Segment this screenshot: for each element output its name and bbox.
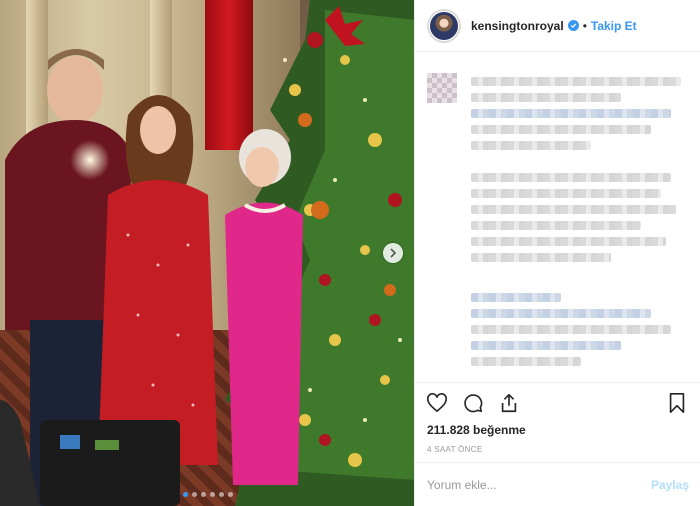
comment-form: Paylaş — [415, 462, 700, 506]
carousel-dot — [210, 492, 215, 497]
post-actions: 211.828 beğenme 4 SAAT ÖNCE — [415, 382, 700, 454]
commenter-avatar — [427, 73, 457, 103]
header-separator: • — [582, 18, 587, 33]
post-comment-button[interactable]: Paylaş — [651, 478, 689, 492]
light-glow — [70, 140, 110, 180]
heart-icon — [427, 393, 447, 413]
post-side-panel: kensingtonroyal • Takip Et 211.828 beğen… — [414, 0, 700, 506]
share-icon — [501, 393, 517, 413]
blurred-text — [471, 77, 681, 86]
share-button[interactable] — [497, 391, 521, 415]
carousel-dot — [201, 492, 206, 497]
blurred-text — [471, 109, 671, 118]
post-timestamp[interactable]: 4 SAAT ÖNCE — [427, 445, 691, 454]
bookmark-icon — [669, 393, 685, 413]
avatar[interactable] — [427, 8, 461, 43]
blurred-text — [471, 173, 671, 182]
blurred-text — [471, 237, 666, 246]
carousel-dot — [228, 492, 233, 497]
comments-section — [415, 53, 700, 381]
blurred-text — [471, 293, 561, 302]
woman-in-pink-dress — [225, 129, 303, 485]
blurred-text — [471, 309, 651, 318]
blurred-text — [471, 325, 671, 334]
carousel-dot — [219, 492, 224, 497]
blurred-text — [471, 253, 611, 262]
chevron-right-icon — [390, 248, 397, 258]
blurred-text — [471, 125, 651, 134]
blurred-text — [471, 221, 641, 230]
likes-count[interactable]: 211.828 beğenme — [427, 423, 691, 437]
blurred-text — [471, 141, 591, 150]
carousel-dots — [183, 492, 233, 497]
camera-equipment — [0, 400, 180, 506]
username-link[interactable]: kensingtonroyal — [471, 19, 564, 33]
avatar-image — [429, 10, 459, 41]
comment-icon — [464, 394, 483, 413]
blurred-text — [471, 205, 676, 214]
verified-badge-icon — [567, 20, 579, 31]
carousel-dot — [192, 492, 197, 497]
post-header: kensingtonroyal • Takip Et — [415, 0, 700, 52]
comment-button[interactable] — [461, 391, 485, 415]
comment-input[interactable] — [427, 477, 651, 492]
carousel-next-button[interactable] — [383, 243, 403, 263]
save-button[interactable] — [665, 391, 689, 415]
carousel-dot — [183, 492, 188, 497]
post-photo[interactable] — [0, 0, 414, 506]
blurred-text — [471, 341, 621, 350]
like-button[interactable] — [425, 391, 449, 415]
blurred-text — [471, 189, 661, 198]
follow-button[interactable]: Takip Et — [591, 19, 637, 33]
action-icon-row — [425, 383, 691, 423]
blurred-text — [471, 357, 581, 366]
blurred-text — [471, 93, 621, 102]
